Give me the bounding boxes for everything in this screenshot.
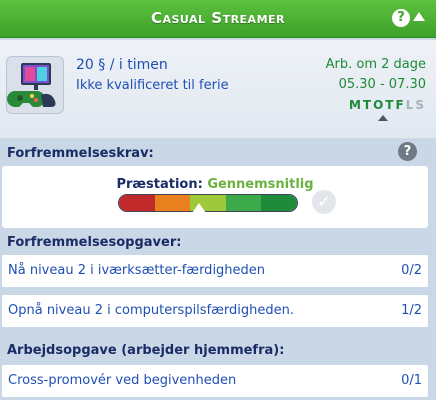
work-task-row[interactable]: Cross-promovér ved begivenheden 0/1	[2, 365, 428, 397]
performance-text: Præstation: Gennemsnitlig	[2, 177, 428, 192]
vacation-status: Ikke kvalificeret til ferie	[76, 78, 229, 93]
career-header: Casual Streamer ?	[0, 0, 436, 38]
work-hours: 05.30 - 07.30	[338, 77, 426, 92]
job-info-panel: 20 § / i timen Ikke kvalificeret til fer…	[0, 40, 436, 138]
day-friday: F	[395, 98, 406, 112]
performance-label: Præstation:	[116, 177, 203, 192]
current-day-marker	[378, 115, 388, 121]
next-work-label: Arb. om 2 dage	[325, 57, 426, 72]
task-label: Cross-promovér ved begivenheden	[8, 373, 237, 388]
promotion-help-button[interactable]: ?	[398, 142, 417, 161]
meter-segment	[154, 195, 191, 211]
day-tuesday: T	[362, 98, 374, 112]
promotion-requirements-label: Forfremmelseskrav:	[7, 146, 154, 161]
career-title: Casual Streamer	[150, 9, 286, 27]
meter-segment	[261, 195, 297, 211]
help-button[interactable]: ?	[392, 9, 410, 27]
day-sunday: S	[415, 98, 426, 112]
collapse-icon[interactable]	[413, 12, 425, 21]
task-progress: 0/1	[401, 373, 422, 388]
task-progress: 1/2	[401, 303, 422, 318]
meter-segment	[119, 195, 155, 211]
performance-pointer	[192, 203, 206, 213]
promotion-task-row[interactable]: Nå niveau 2 i iværksætter-færdigheden 0/…	[2, 255, 428, 287]
meter-segment	[225, 195, 262, 211]
day-wednesday: O	[373, 98, 386, 112]
gaming-controller-monitor-icon	[6, 56, 64, 114]
task-label: Opnå niveau 2 i computerspilsfærdigheden…	[8, 303, 294, 318]
performance-meter	[118, 194, 298, 212]
promotion-task-row[interactable]: Opnå niveau 2 i computerspilsfærdigheden…	[2, 295, 428, 327]
task-progress: 0/2	[401, 263, 422, 278]
pay-rate: 20 § / i timen	[76, 57, 168, 73]
work-tasks-label: Arbejdsopgave (arbejder hjemmefra):	[7, 343, 285, 358]
performance-value: Gennemsnitlig	[207, 177, 314, 192]
task-label: Nå niveau 2 i iværksætter-færdigheden	[8, 263, 266, 278]
performance-card: Præstation: Gennemsnitlig ✓	[2, 166, 428, 228]
work-days: MTOTFLS	[349, 98, 426, 112]
day-monday: M	[348, 98, 363, 112]
day-thursday: T	[385, 98, 396, 112]
promotion-ready-check-icon: ✓	[312, 190, 336, 214]
day-saturday: L	[405, 98, 416, 112]
promotion-tasks-label: Forfremmelsesopgaver:	[7, 235, 182, 250]
